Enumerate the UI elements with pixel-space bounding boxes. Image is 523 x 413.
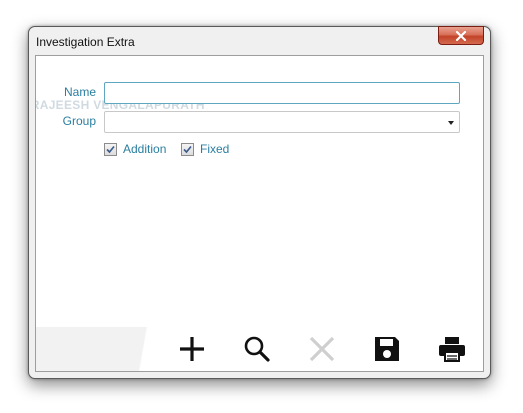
name-input[interactable] — [104, 82, 460, 104]
fixed-checkbox-row[interactable]: Fixed — [181, 142, 229, 156]
save-icon — [375, 337, 399, 361]
checkmark-icon — [183, 145, 192, 153]
fixed-label: Fixed — [200, 142, 230, 156]
title-bar[interactable]: Investigation Extra — [29, 26, 490, 55]
footer-decoration — [36, 327, 166, 371]
delete-button[interactable] — [306, 333, 338, 365]
search-button[interactable] — [241, 333, 273, 365]
form-area: © RAJEESH VENGALAPURATH Name Group Addit… — [35, 55, 484, 372]
delete-icon — [309, 336, 335, 362]
window-title: Investigation Extra — [36, 35, 135, 49]
investigation-extra-window: Investigation Extra © RAJEESH VENGALAPUR… — [28, 26, 491, 379]
fixed-checkbox[interactable] — [181, 142, 194, 156]
close-button[interactable] — [438, 26, 484, 45]
search-icon — [244, 336, 270, 362]
add-button[interactable] — [176, 333, 208, 365]
checkmark-icon — [106, 145, 115, 153]
save-button[interactable] — [371, 333, 403, 365]
group-label: Group — [62, 114, 96, 128]
name-label: Name — [63, 85, 96, 99]
chevron-down-icon — [448, 121, 454, 125]
close-icon — [455, 30, 467, 41]
addition-checkbox-row[interactable]: Addition — [104, 142, 166, 156]
print-button[interactable] — [436, 333, 468, 365]
group-dropdown[interactable] — [104, 111, 460, 133]
print-icon — [439, 337, 465, 362]
addition-label: Addition — [123, 142, 167, 156]
add-icon — [180, 337, 204, 361]
addition-checkbox[interactable] — [104, 142, 117, 156]
